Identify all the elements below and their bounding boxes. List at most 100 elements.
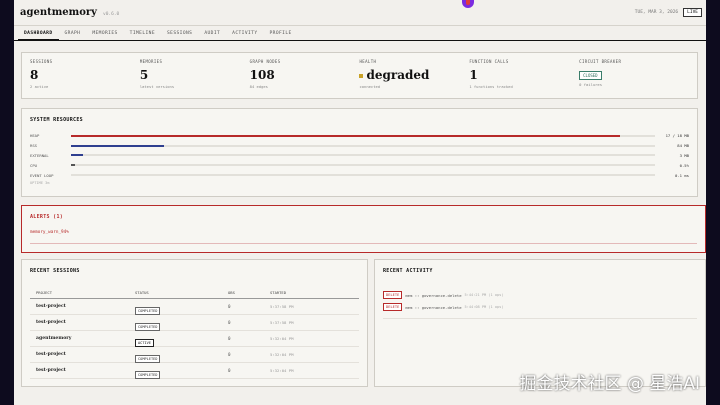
brand: agentmemory v0.6.0 — [20, 7, 119, 18]
session-obs: 0 — [228, 304, 231, 309]
tab-audit[interactable]: AUDIT — [198, 26, 226, 41]
status-badge: COMPLETED — [135, 371, 161, 379]
resource-value: 17 / 18 MB — [665, 133, 689, 139]
resource-row: EXTERNAL 3 MB — [30, 151, 689, 161]
session-started: 5:37:58 PM — [270, 320, 294, 325]
resource-label: RSS — [30, 143, 38, 149]
resource-value: 84 MB — [677, 143, 689, 149]
stat-value: 8 — [30, 68, 39, 82]
stat-memories: MEMORIES 5 latest versions — [140, 59, 250, 92]
stat-sub: 2 active — [30, 84, 49, 89]
health-value: degraded — [366, 68, 430, 82]
activity-text: mem :: governance-delete — [405, 292, 462, 298]
stat-value: 108 — [249, 68, 275, 82]
session-project: test-project — [36, 304, 66, 309]
resource-bar-track — [71, 164, 655, 167]
resource-label: EVENT LOOP — [30, 172, 54, 178]
session-started: 5:37:58 PM — [270, 304, 294, 309]
column-header: STATUS — [135, 290, 149, 295]
system-resources-card: SYSTEM RESOURCES HEAP 17 / 18 MB RSS 84 MB E… — [21, 108, 698, 197]
app-version: v0.6.0 — [103, 12, 120, 17]
activity-list: DELETE mem :: governance-delete 5:44:21 PM… — [383, 289, 697, 319]
table-row[interactable]: test-project COMPLETED 0 5:32:04 PM — [30, 363, 359, 379]
activity-text: mem :: governance-delete — [405, 304, 462, 310]
resource-value: 0.1 ms — [674, 172, 689, 178]
recent-activity-card: RECENT ACTIVITY DELETE mem :: governance-… — [374, 259, 706, 387]
table-body: test-project COMPLETED 0 5:37:58 PM test-pro… — [30, 299, 359, 379]
app-logo[interactable]: agentmemory — [20, 7, 97, 18]
session-obs: 0 — [228, 336, 231, 341]
stat-sub: 0 failures — [579, 82, 602, 87]
stat-value: 5 — [139, 68, 149, 82]
resource-rows: HEAP 17 / 18 MB RSS 84 MB EXTERNAL 3 MB CPU 0.5… — [30, 131, 689, 180]
resource-label: HEAP — [30, 133, 40, 139]
resource-row: RSS 84 MB — [30, 141, 689, 151]
session-started: 5:32:04 PM — [270, 336, 294, 341]
stat-function-calls: FUNCTION CALLS 1 1 functions tracked — [469, 59, 579, 92]
resource-label: CPU — [30, 162, 38, 168]
activity-item[interactable]: DELETE mem :: governance-delete 5:44:08 PM… — [383, 301, 697, 313]
health-status-dot — [359, 73, 364, 78]
resource-row: EVENT LOOP 0.1 ms — [30, 170, 689, 180]
tab-graph[interactable]: GRAPH — [59, 26, 87, 41]
stat-health: HEALTH degraded connected — [359, 59, 469, 92]
top-bar: agentmemory v0.6.0 TUE, MAR 3, 2026 LIVE — [14, 0, 706, 26]
circuit-breaker-badge: CLOSED — [579, 71, 602, 80]
resource-value: 3 MB — [679, 152, 689, 158]
watermark: 掘金技术社区 @ 星浩AI — [519, 374, 700, 394]
current-date: TUE, MAR 3, 2026 — [634, 10, 679, 15]
session-project: test-project — [36, 352, 66, 357]
column-header: PROJECT — [36, 290, 53, 295]
stat-label: SESSIONS — [30, 59, 53, 64]
section-title: RECENT SESSIONS — [30, 268, 80, 274]
resource-value: 0.5% — [679, 162, 689, 168]
stat-sub: latest versions — [139, 84, 175, 89]
resource-bar-track — [71, 154, 655, 157]
resource-bar-track — [71, 144, 655, 147]
stat-label: HEALTH — [359, 59, 377, 64]
stat-graph-nodes: GRAPH NODES 108 84 edges — [250, 59, 360, 92]
live-indicator[interactable]: LIVE — [683, 8, 702, 17]
tab-sessions[interactable]: SESSIONS — [161, 26, 198, 41]
resource-bar-track — [71, 174, 655, 177]
activity-item[interactable]: DELETE mem :: governance-delete 5:44:21 PM… — [383, 289, 697, 301]
section-title: ALERTS (1) — [30, 214, 64, 220]
activity-badge: DELETE — [383, 291, 403, 299]
session-obs: 0 — [228, 320, 231, 325]
tab-timeline[interactable]: TIMELINE — [124, 26, 161, 41]
stat-sub: 84 edges — [249, 84, 268, 89]
alerts-card: ALERTS (1) memory_warn_94% — [21, 205, 706, 253]
session-started: 5:32:04 PM — [270, 368, 294, 373]
session-project: test-project — [36, 368, 66, 373]
stat-sub: 1 functions tracked — [469, 84, 513, 89]
recent-sessions-card: RECENT SESSIONS PROJECT STATUS OBS START… — [21, 259, 368, 387]
resource-row: CPU 0.5% — [30, 160, 689, 170]
stats-card: SESSIONS 8 2 active MEMORIES 5 latest ve… — [21, 52, 698, 99]
section-title: SYSTEM RESOURCES — [30, 117, 83, 123]
tab-profile[interactable]: PROFILE — [264, 26, 298, 41]
app-window: agentmemory v0.6.0 TUE, MAR 3, 2026 LIVE… — [14, 0, 706, 405]
stat-label: FUNCTION CALLS — [469, 59, 509, 64]
stat-value: degraded — [359, 68, 469, 82]
stat-sub: connected — [359, 84, 381, 89]
tab-activity[interactable]: ACTIVITY — [226, 26, 263, 41]
divider — [383, 318, 697, 319]
main-nav: DASHBOARD GRAPH MEMORIES TIMELINE SESSIO… — [14, 26, 706, 41]
stat-label: GRAPH NODES — [249, 59, 281, 64]
resource-bar-fill — [71, 134, 620, 137]
tab-dashboard[interactable]: DASHBOARD — [18, 26, 59, 41]
session-started: 5:32:04 PM — [270, 352, 294, 357]
activity-time: 5:44:21 PM (1 ops) — [464, 293, 504, 297]
resource-row: HEAP 17 / 18 MB — [30, 131, 689, 141]
resource-bar-fill — [71, 164, 75, 167]
status-cell: COMPLETED — [135, 361, 228, 380]
column-header: OBS — [228, 290, 235, 295]
alert-item[interactable]: memory_warn_94% — [30, 230, 697, 235]
stat-value: 1 — [469, 68, 478, 82]
divider — [30, 243, 697, 244]
tab-memories[interactable]: MEMORIES — [86, 26, 123, 41]
session-project: test-project — [36, 320, 66, 325]
section-title: RECENT ACTIVITY — [383, 268, 433, 274]
resource-bar-track — [71, 134, 655, 137]
stat-label: CIRCUIT BREAKER — [579, 59, 622, 64]
